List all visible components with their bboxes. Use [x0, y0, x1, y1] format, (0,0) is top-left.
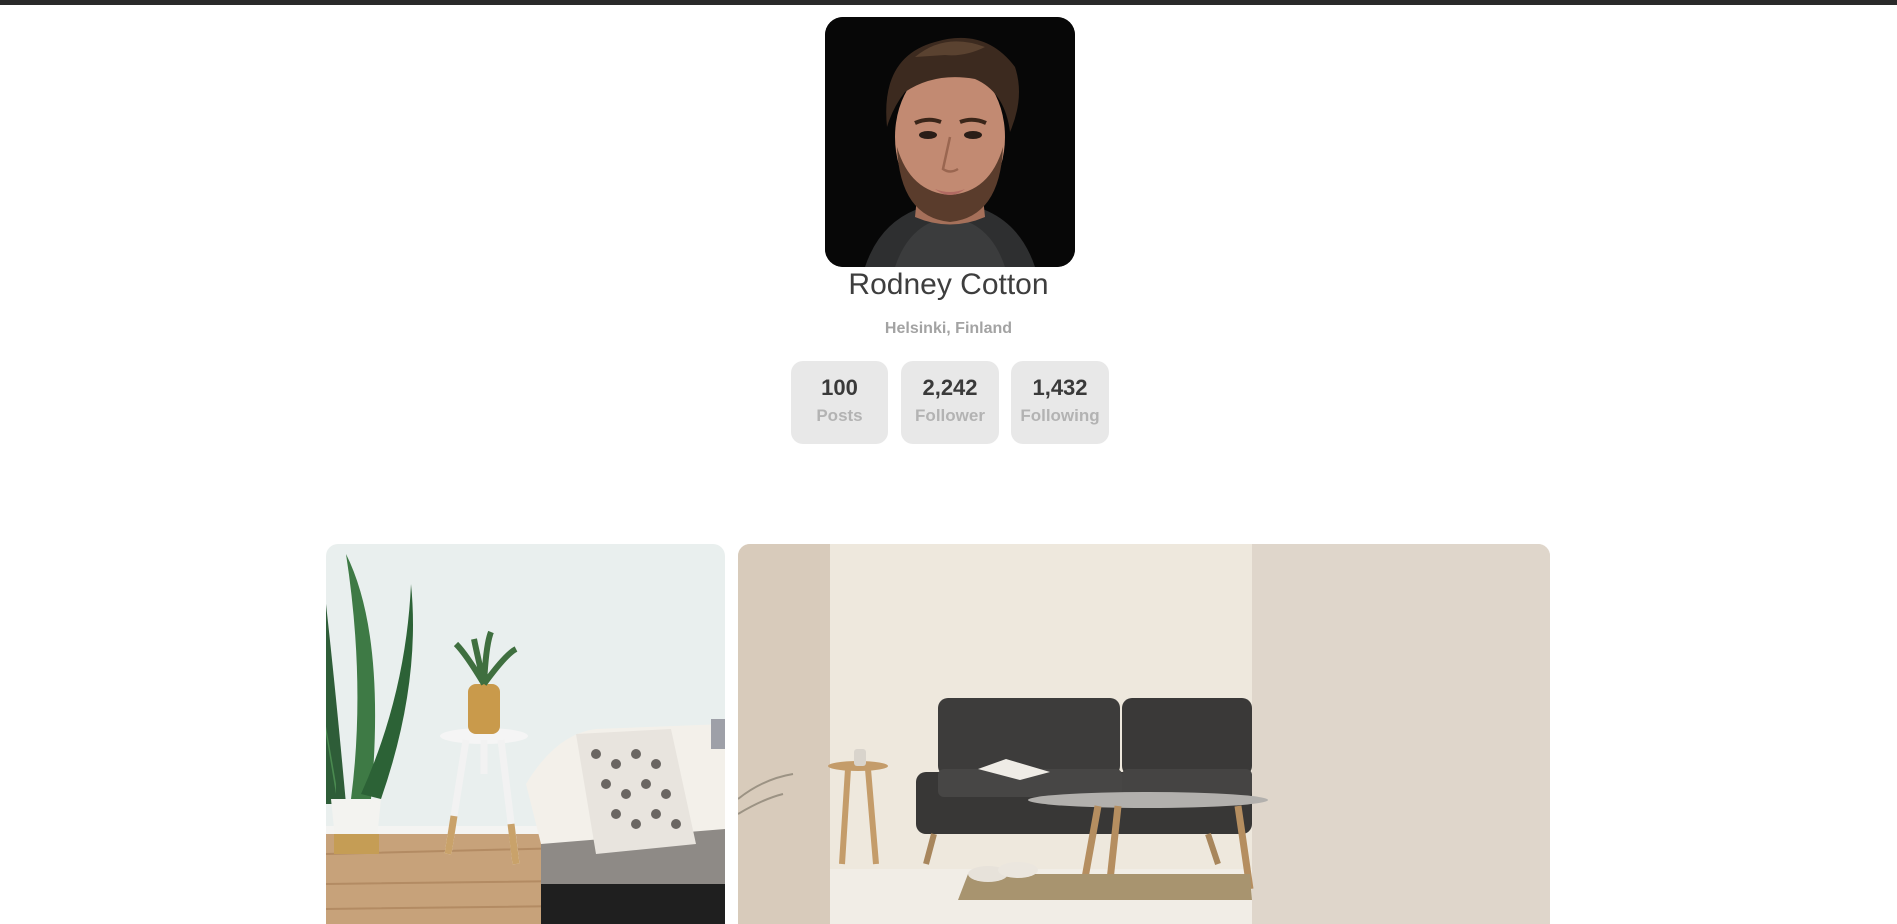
gallery-item-2[interactable] — [738, 544, 1550, 924]
gallery-item-1[interactable] — [326, 544, 725, 924]
profile-stats: 100 Posts 2,242 Follower 1,432 Following — [791, 361, 1109, 445]
stat-following-label: Following — [1020, 406, 1100, 425]
profile-name: Rodney Cotton — [848, 268, 1049, 301]
stat-following[interactable]: 1,432 Following — [1011, 361, 1109, 444]
avatar-photo — [825, 17, 1075, 267]
avatar[interactable] — [825, 17, 1075, 267]
stat-followers[interactable]: 2,242 Follower — [901, 361, 999, 444]
stat-following-value: 1,432 — [1032, 375, 1088, 400]
stat-posts[interactable]: 100 Posts — [791, 361, 888, 444]
stat-posts-label: Posts — [816, 406, 863, 425]
stat-followers-value: 2,242 — [922, 375, 978, 400]
stat-followers-label: Follower — [915, 406, 985, 425]
living-room-plant-photo — [326, 544, 725, 924]
stat-posts-value: 100 — [821, 375, 858, 400]
top-bar — [0, 0, 1897, 5]
grey-sofa-photo — [738, 544, 1550, 924]
profile-location: Helsinki, Finland — [884, 320, 1013, 337]
